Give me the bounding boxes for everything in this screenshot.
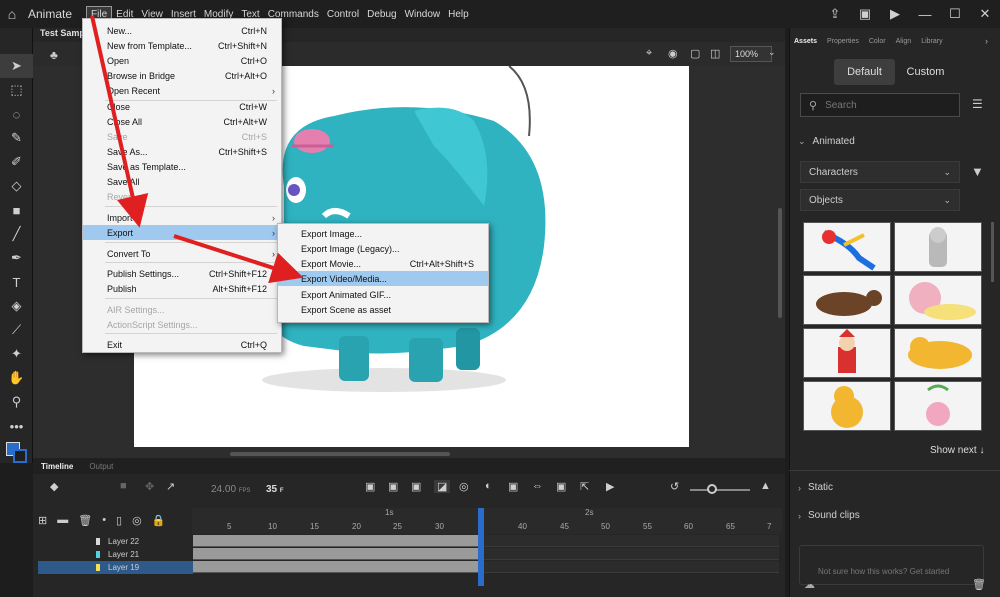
arrow-to-export-video xyxy=(173,234,304,284)
annotation-arrows xyxy=(90,15,304,284)
arrow-to-export xyxy=(90,15,149,228)
